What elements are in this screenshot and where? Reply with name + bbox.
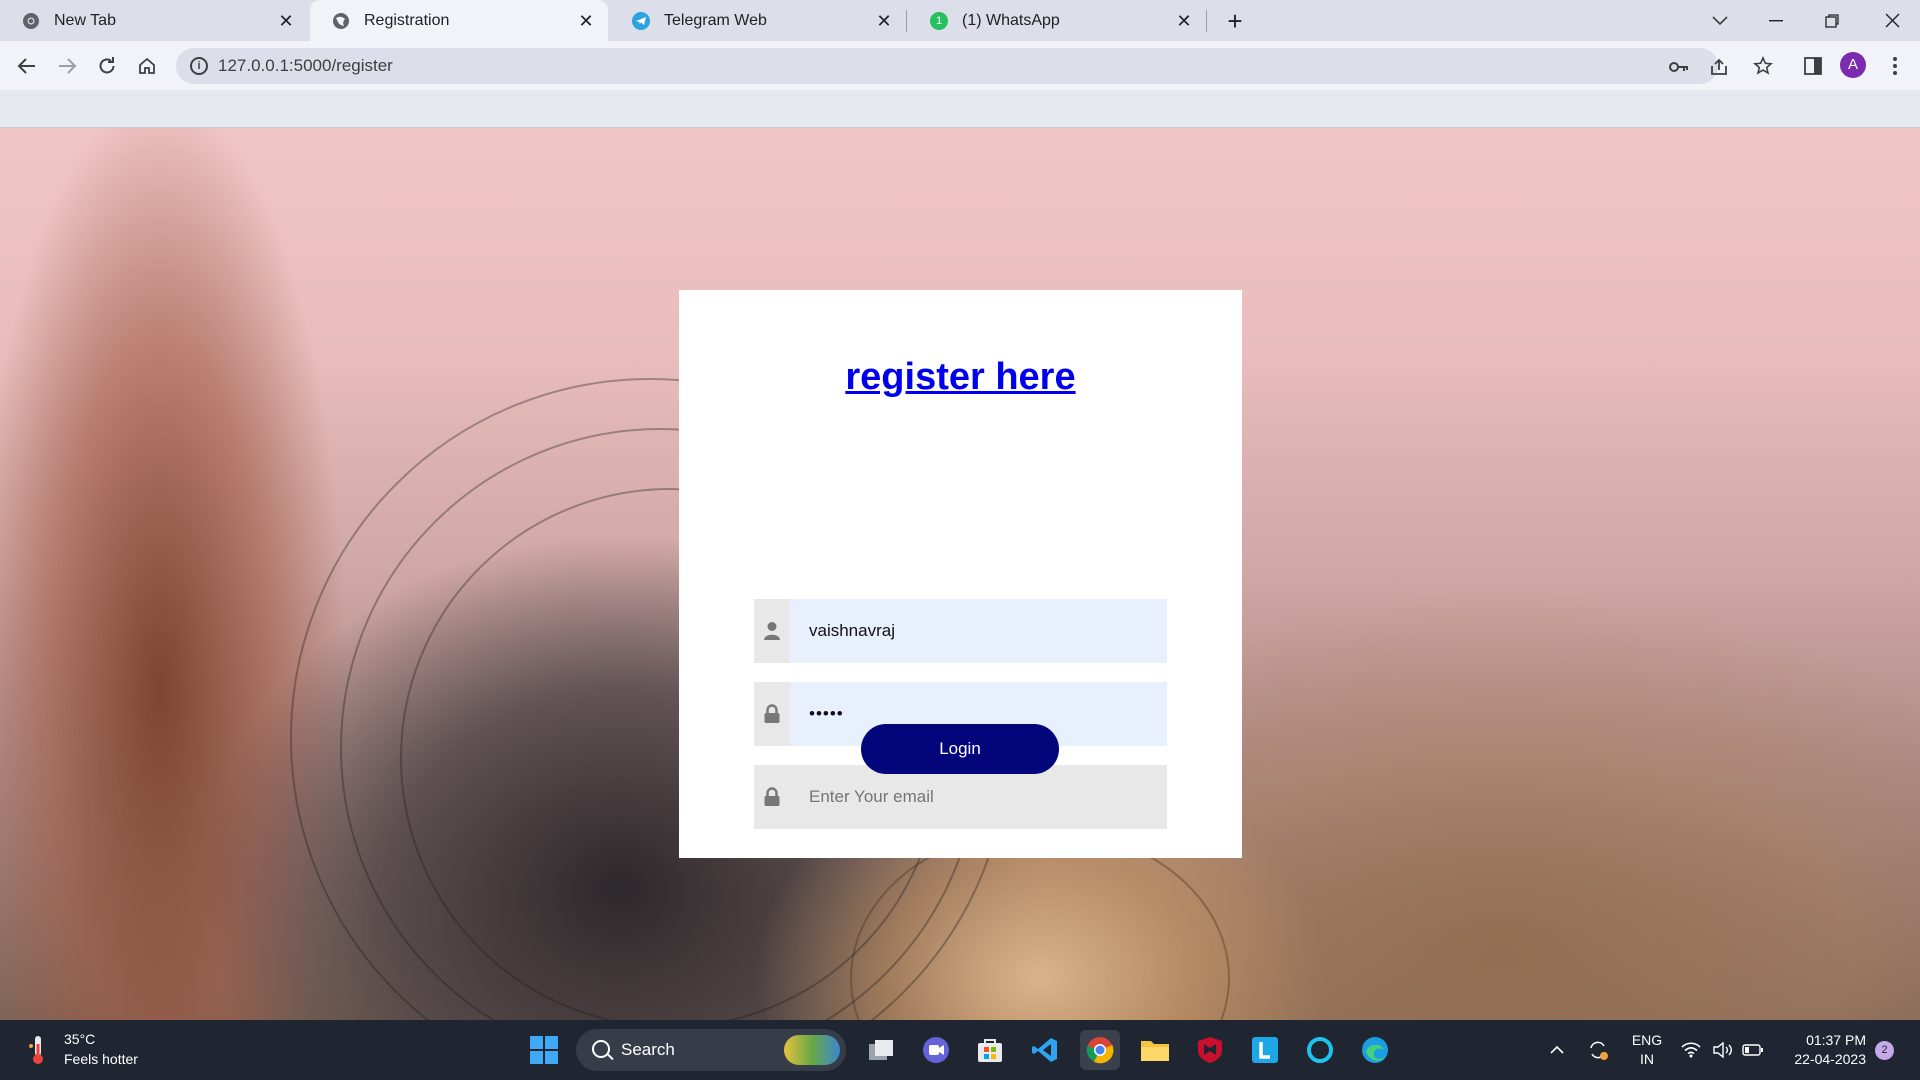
close-icon[interactable]: ✕ [576,11,596,31]
key-icon[interactable] [1666,54,1692,80]
new-tab-button[interactable]: + [1222,6,1248,36]
search-highlight-icon [784,1035,840,1065]
thermometer-icon[interactable] [28,1034,48,1066]
whatsapp-icon: 1 [930,11,948,30]
browser-toolbar: i 127.0.0.1:5000/register A [0,41,1920,90]
windows-start-icon[interactable] [524,1030,564,1070]
minimize-button[interactable] [1748,0,1804,41]
globe-icon [332,12,350,30]
close-icon[interactable]: ✕ [1174,11,1194,31]
reload-button[interactable] [92,51,122,81]
system-clock[interactable]: 01:37 PM 22-04-2023 [1770,1031,1866,1069]
email-field[interactable] [754,765,1167,829]
side-panel-icon[interactable] [1798,51,1828,81]
register-here-link[interactable]: register here [679,356,1242,399]
microsoft-store-icon[interactable] [970,1030,1010,1070]
profile-avatar[interactable]: A [1840,52,1866,78]
user-icon [754,599,790,663]
notification-badge[interactable]: 2 [1875,1041,1894,1060]
edge-icon[interactable] [1355,1030,1395,1070]
teams-chat-icon[interactable] [916,1030,956,1070]
username-field[interactable] [754,599,1167,663]
language-code: ENG [1631,1032,1663,1048]
restore-button[interactable] [1804,0,1860,41]
registration-card: register here ••••• Login [679,290,1242,858]
close-icon[interactable]: ✕ [874,11,894,31]
bookmarks-bar [0,90,1920,128]
taskbar-search[interactable]: Search [576,1029,846,1071]
cortana-ring-icon[interactable] [1300,1030,1340,1070]
taskbar-search-label: Search [621,1040,675,1059]
tray-overflow-chevron-icon[interactable] [1544,1020,1570,1080]
tab-telegram-web[interactable]: Telegram Web ✕ [610,0,906,41]
address-bar[interactable]: i 127.0.0.1:5000/register [176,48,1727,84]
tab-title: (1) WhatsApp [962,11,1060,29]
close-icon[interactable]: ✕ [276,11,296,31]
search-icon [592,1040,610,1058]
sync-icon[interactable] [1584,1020,1612,1080]
chrome-taskbar-icon[interactable] [1080,1030,1120,1070]
tab-new-tab[interactable]: New Tab ✕ [0,0,308,41]
lock-icon [754,682,790,746]
clock-date: 22-04-2023 [1794,1051,1866,1067]
password-input[interactable]: ••••• [809,704,844,724]
task-view-icon[interactable] [861,1030,901,1070]
mcafee-icon[interactable] [1190,1030,1230,1070]
tab-whatsapp[interactable]: 1 (1) WhatsApp ✕ [908,0,1206,41]
tab-title: Telegram Web [664,11,767,29]
wifi-icon[interactable] [1678,1020,1704,1080]
back-button[interactable] [12,51,42,81]
chrome-icon [22,12,40,30]
weather-description[interactable]: Feels hotter [64,1051,138,1067]
tab-separator [1206,10,1207,32]
site-info-icon[interactable]: i [190,57,208,75]
weather-temperature[interactable]: 35°C [64,1031,95,1047]
menu-kebab-icon[interactable] [1880,51,1910,81]
forward-button[interactable] [52,51,82,81]
login-button[interactable]: Login [861,724,1059,774]
windows-taskbar: 35°C Feels hotter Search ENG IN 01:37 PM… [0,1020,1920,1080]
tab-title: Registration [364,11,450,29]
file-explorer-icon[interactable] [1135,1030,1175,1070]
home-button[interactable] [132,51,162,81]
tab-title: New Tab [54,11,116,29]
tab-registration[interactable]: Registration ✕ [310,0,608,41]
bookmark-star-icon[interactable] [1748,51,1778,81]
volume-icon[interactable] [1710,1020,1736,1080]
lock-icon [754,765,790,829]
clock-time: 01:37 PM [1806,1032,1866,1048]
language-indicator[interactable]: ENG IN [1630,1031,1664,1069]
address-url[interactable]: 127.0.0.1:5000/register [218,56,393,76]
email-input[interactable] [804,779,1154,815]
tab-separator [906,10,907,32]
telegram-icon [632,11,650,30]
battery-icon[interactable] [1740,1020,1766,1080]
username-input[interactable] [804,613,1154,649]
close-window-button[interactable] [1864,0,1920,41]
browser-tab-strip: New Tab ✕ Registration ✕ Telegram Web ✕ … [0,0,1920,41]
tab-search-chevron-icon[interactable] [1692,0,1748,41]
l-app-icon[interactable] [1245,1030,1285,1070]
vscode-icon[interactable] [1025,1030,1065,1070]
region-code: IN [1640,1051,1654,1067]
share-icon[interactable] [1706,54,1732,80]
page-background: register here ••••• Login [0,128,1920,1020]
